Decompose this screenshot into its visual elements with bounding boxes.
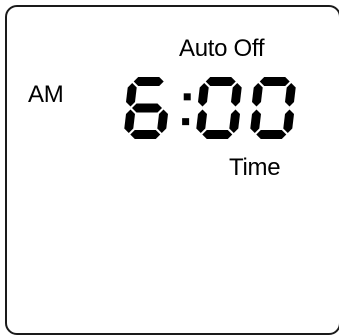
segment-a [259,77,290,86]
seven-segment-clock [124,77,296,139]
am-pm-indicator: AM [28,81,64,108]
clock-digit-4 [250,77,296,139]
segment-f [198,83,209,107]
time-label: Time [229,154,281,181]
time-display: 6:00 [124,77,296,149]
segment-e [196,109,207,133]
segment-b [285,83,296,107]
colon-dot-2 [182,118,190,126]
segment-f [252,83,263,107]
segment-g [132,103,162,113]
segment-c [229,109,240,133]
segment-e [124,109,135,133]
segment-a [133,77,164,86]
lcd-screen: Auto Off AM 6:00 Time [5,5,339,335]
segment-f [126,83,137,107]
segment-b [231,83,242,107]
segment-c [283,109,294,133]
clock-digit-1 [124,77,168,139]
colon-dot-1 [183,93,191,101]
segment-a [205,77,236,86]
segment-d [256,130,287,139]
segment-e [250,109,261,133]
clock-digit-3 [196,77,242,139]
auto-off-label: Auto Off [179,35,265,62]
segment-d [130,130,161,139]
segment-c [157,109,168,133]
segment-d [202,130,233,139]
